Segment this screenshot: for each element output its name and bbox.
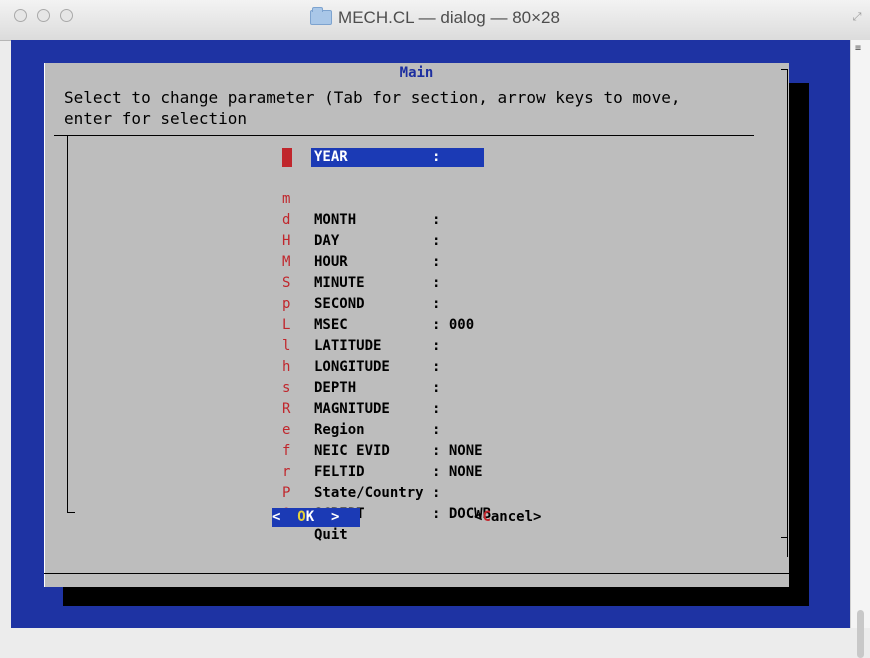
menu-item[interactable]: M MINUTE : — [44, 231, 440, 291]
menu-item-label: MAGNITUDE : — [314, 401, 441, 417]
menu-item-hotkey: s — [282, 380, 291, 396]
menu-item[interactable]: Q Quit — [44, 483, 348, 543]
dialog-message-line: enter for selection — [64, 109, 248, 128]
window-title: MECH.CL — dialog — 80×28 — [338, 8, 560, 27]
scrollbar[interactable]: ≡ — [850, 40, 870, 658]
menu-item-hotkey: H — [282, 233, 291, 249]
menu-item-hotkey: p — [282, 296, 291, 312]
menu-item-label: State/Country : — [314, 485, 441, 501]
menu-item-hotkey: Y — [282, 148, 292, 167]
main-dialog: Main Select to change parameter (Tab for… — [44, 63, 789, 587]
menu-item-label: DEPTH : — [314, 380, 441, 396]
menu-item[interactable]: L LATITUDE : — [44, 294, 440, 354]
cancel-button-hotkey: C — [482, 509, 491, 525]
dialog-title: Main — [399, 65, 434, 81]
menu-item-label: SECOND : — [314, 296, 441, 312]
menu-item-hotkey: f — [282, 443, 291, 459]
ok-button-text: < — [272, 509, 298, 525]
menu-item[interactable]: H HOUR : — [44, 210, 440, 270]
separator — [54, 135, 754, 136]
menu-item-hotkey: M — [282, 254, 291, 270]
ok-button-hotkey: O — [297, 509, 306, 525]
menu-item-hotkey: P — [282, 485, 291, 501]
ok-button-text: K > — [305, 509, 340, 525]
menu-item[interactable]: r State/Country : — [44, 441, 440, 501]
menu-item-hotkey: m — [282, 191, 291, 207]
button-separator — [781, 537, 788, 538]
cancel-button-text: ancel> — [490, 509, 542, 525]
menu-item[interactable]: m MONTH : — [44, 168, 440, 228]
menu-item-label: HOUR : — [314, 254, 441, 270]
dialog-message: Select to change parameter (Tab for sect… — [64, 87, 681, 129]
menu-item-hotkey: L — [282, 317, 291, 333]
menu-item[interactable]: h DEPTH : — [44, 336, 440, 396]
dialog-border — [44, 573, 789, 574]
menu-item[interactable]: S SECOND : — [44, 252, 440, 312]
menu-item-label: Region : — [314, 422, 441, 438]
menu-item-label: LONGITUDE : — [314, 359, 441, 375]
menu-item-hotkey: e — [282, 422, 291, 438]
menu-item-hotkey: l — [282, 338, 291, 354]
menu-item-label: YEAR : — [311, 148, 484, 167]
menu-item-label: NEIC EVID : NONE — [314, 443, 483, 459]
ok-button[interactable]: < OK > — [272, 508, 360, 527]
dialog-border — [787, 69, 788, 557]
menu-item-hotkey: R — [282, 401, 291, 417]
menu-item[interactable]: P SCRIPT : DOCWB — [44, 462, 491, 522]
menu-item-label: FELTID : NONE — [314, 464, 483, 480]
window-title-area: MECH.CL — dialog — 80×28 — [0, 7, 870, 28]
dialog-message-line: Select to change parameter (Tab for sect… — [64, 88, 681, 107]
menu-item-label: LATITUDE : — [314, 338, 441, 354]
fullscreen-icon[interactable]: ⤢ — [850, 10, 864, 24]
scroll-thumb[interactable] — [857, 610, 864, 658]
menu-item[interactable]: s MAGNITUDE : — [44, 357, 440, 417]
menu-item-hotkey: r — [282, 464, 291, 480]
window-titlebar: MECH.CL — dialog — 80×28 ⤢ — [0, 0, 870, 41]
menu-item[interactable]: l LONGITUDE : — [44, 315, 440, 375]
menu-item-label: MONTH : — [314, 212, 441, 228]
scroll-marker-icon: ≡ — [855, 43, 862, 54]
menu-item-hotkey: h — [282, 359, 291, 375]
menu-item-hotkey: d — [282, 212, 291, 228]
menu-item[interactable]: Y YEAR : — [44, 147, 484, 168]
menu-item[interactable]: p MSEC : 000 — [44, 273, 474, 333]
folder-icon — [310, 7, 333, 25]
menu-item-label: MSEC : 000 — [314, 317, 475, 333]
menu-item[interactable]: R Region : — [44, 378, 440, 438]
menu-item[interactable]: e NEIC EVID : NONE — [44, 399, 483, 459]
menu-item-label: DAY : — [314, 233, 441, 249]
menu-item-label: Quit — [314, 527, 348, 543]
menu-item-label: MINUTE : — [314, 275, 441, 291]
menu-item[interactable]: d DAY : — [44, 189, 440, 249]
cancel-button[interactable]: <Cancel> — [474, 508, 541, 527]
menu-item-hotkey: S — [282, 275, 291, 291]
menu-item[interactable]: f FELTID : NONE — [44, 420, 483, 480]
